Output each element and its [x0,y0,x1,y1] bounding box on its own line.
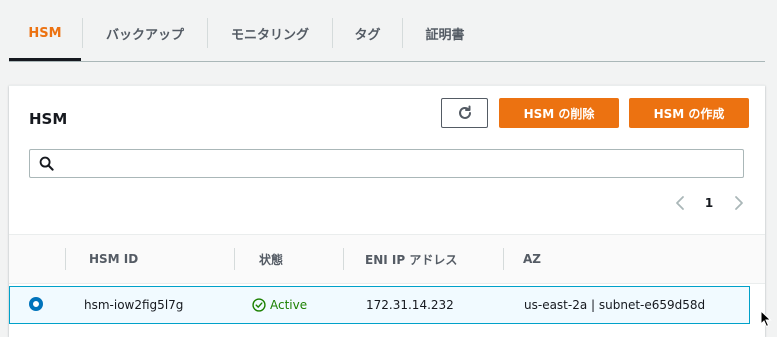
hsm-panel: HSM HSM の削除 HSM の作成 1 HSM ID 状態 ENI IP ア… [9,85,765,337]
table-row[interactable]: hsm-iow2fig5l7g Active 172.31.14.232 us-… [9,286,750,324]
mouse-cursor-icon [760,310,772,328]
tab-certificates[interactable]: 証明書 [403,18,487,48]
status-text: Active [270,298,308,312]
search-icon [39,156,54,171]
refresh-icon [458,105,471,119]
column-header-status[interactable]: 状態 [259,235,283,283]
create-hsm-button[interactable]: HSM の作成 [629,98,749,128]
chevron-left-icon[interactable] [672,192,688,214]
current-page-number[interactable]: 1 [699,192,719,214]
tab-hsm[interactable]: HSM [9,18,81,48]
search-input[interactable] [62,153,732,174]
cell-hsm-id: hsm-iow2fig5l7g [84,298,184,312]
table-header: HSM ID 状態 ENI IP アドレス AZ [9,234,765,284]
tab-tags[interactable]: タグ [333,18,402,48]
cell-eni-ip: 172.31.14.232 [366,298,454,312]
tab-bar: HSM バックアップ モニタリング タグ 証明書 [9,0,765,62]
cell-az: us-east-2a | subnet-e659d58d [524,298,706,312]
column-header-az[interactable]: AZ [523,235,541,283]
column-header-hsm-id[interactable]: HSM ID [89,235,138,283]
delete-hsm-button[interactable]: HSM の削除 [499,98,619,128]
row-select-radio[interactable] [29,297,43,311]
column-divider [503,248,504,270]
status-badge: Active [252,287,307,323]
column-divider [65,248,66,270]
column-header-eni-ip[interactable]: ENI IP アドレス [365,235,457,283]
column-divider [234,248,235,270]
tab-monitoring[interactable]: モニタリング [208,18,332,48]
panel-title: HSM [29,110,68,128]
active-tab-indicator [9,58,81,61]
column-divider [343,248,344,270]
tab-backup[interactable]: バックアップ [83,18,207,48]
check-circle-icon [252,298,266,312]
chevron-right-icon[interactable] [731,192,747,214]
search-box [29,149,744,178]
refresh-button[interactable] [441,98,488,128]
